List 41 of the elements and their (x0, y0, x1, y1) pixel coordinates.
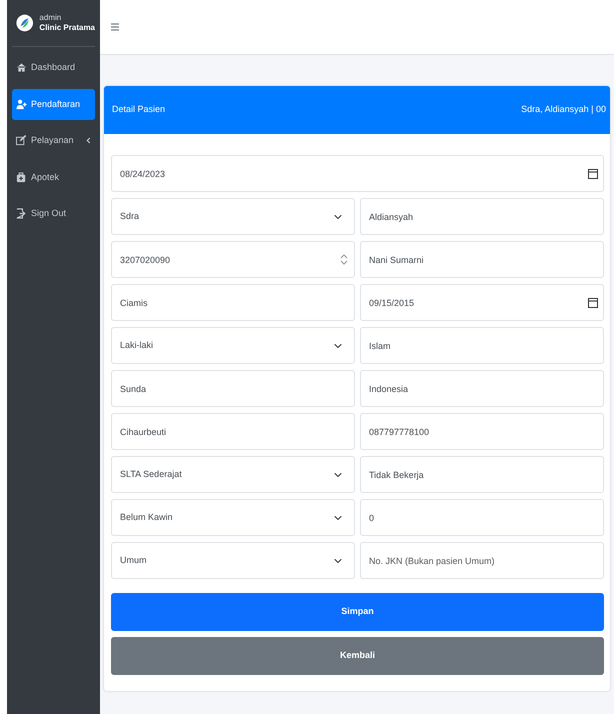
medkit-icon (16, 172, 27, 183)
input-field[interactable]: Indonesia (360, 370, 604, 407)
input-field[interactable]: Nani Sumarni (360, 241, 604, 278)
chevron-icon (86, 137, 91, 144)
house-icon (16, 62, 27, 74)
select-field[interactable]: Laki-laki (111, 327, 355, 364)
select-field[interactable]: Sdra (111, 198, 355, 235)
card-title: Detail Pasien (112, 103, 166, 116)
spinner-icon[interactable] (339, 254, 349, 265)
sidebar-item[interactable]: Pendaftaran (12, 88, 95, 120)
input-field[interactable]: 087797778100 (360, 413, 604, 450)
clinic-logo (16, 12, 34, 34)
sidebar-item[interactable]: Sign Out (12, 198, 95, 230)
input-field[interactable]: Tidak Bekerja (360, 456, 604, 493)
select-field[interactable]: Belum Kawin (111, 499, 355, 536)
menu-icon[interactable] (110, 22, 120, 32)
calendar-icon[interactable] (588, 297, 598, 308)
back-button[interactable]: Kembali (111, 637, 604, 675)
select-field[interactable]: Umum (111, 542, 355, 579)
edit-icon (16, 135, 27, 146)
input-field[interactable]: Sunda (111, 370, 355, 407)
input-field[interactable]: Aldiansyah (360, 198, 604, 235)
sidebar-item[interactable]: Pelayanan (12, 125, 95, 156)
input-field[interactable]: No. JKN (Bukan pasien Umum) (360, 542, 604, 579)
sign-out-icon (16, 208, 27, 220)
select-field[interactable]: SLTA Sederajat (111, 456, 355, 493)
save-button[interactable]: Simpan (111, 593, 604, 631)
date-field[interactable]: 09/15/2015 (360, 284, 604, 321)
user-name: admin (39, 14, 62, 23)
sidebar-item[interactable]: Dashboard (12, 52, 95, 84)
calendar-icon[interactable] (588, 168, 598, 179)
clinic-name: Clinic Pratama (39, 22, 95, 32)
patient-summary: Sdra, Aldiansyah | 00 (521, 103, 606, 116)
input-field[interactable]: Ciamis (111, 284, 355, 321)
input-field[interactable]: 3207020090 (111, 241, 355, 278)
input-field[interactable]: Islam (360, 327, 604, 364)
input-field[interactable]: Cihaurbeuti (111, 413, 355, 450)
sidebar-item[interactable]: Apotek (12, 162, 95, 193)
date-field[interactable]: 08/24/2023 (111, 155, 604, 192)
user-plus-icon (16, 98, 27, 110)
input-field[interactable]: 0 (360, 499, 604, 536)
